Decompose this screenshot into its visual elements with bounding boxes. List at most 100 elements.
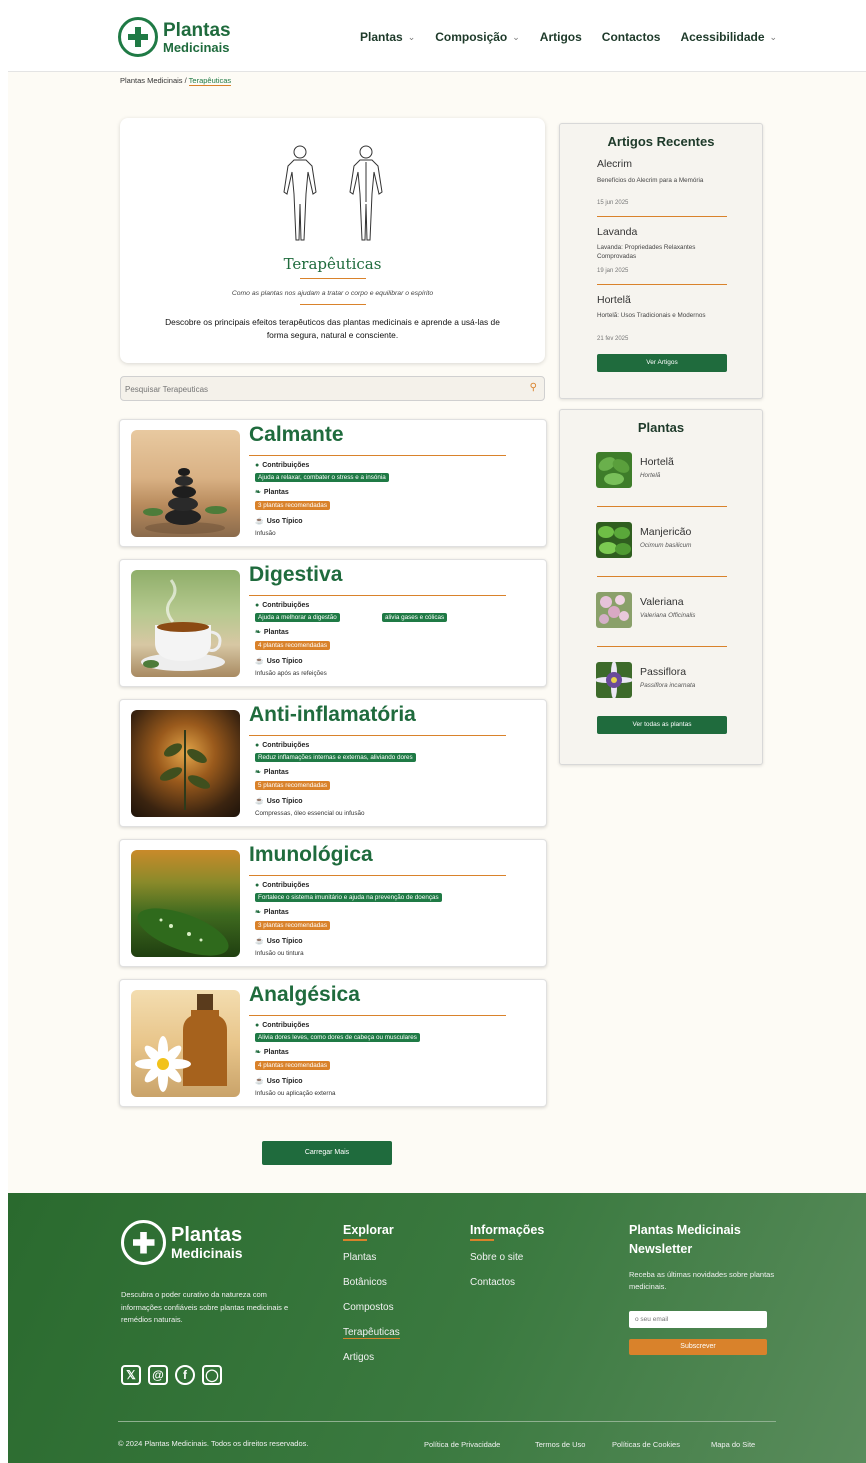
leaf-icon: ❧ <box>255 489 261 496</box>
contributions-label: ● Contribuições <box>255 742 310 749</box>
contribution-tag: Reduz inflamações internas e externas, a… <box>255 753 416 762</box>
plant-name[interactable]: Passiflora <box>640 666 686 678</box>
hero-description: Descobre os principais efeitos terapêuti… <box>165 317 500 340</box>
link-sitemap[interactable]: Mapa do Site <box>711 1440 755 1449</box>
leaf-icon: ❧ <box>255 769 261 776</box>
tea-cup-image <box>131 570 240 677</box>
facebook-icon[interactable]: f <box>175 1365 195 1385</box>
chevron-down-icon: ⌄ <box>769 31 778 42</box>
passionflower-image[interactable] <box>596 662 632 698</box>
title-divider <box>249 735 506 736</box>
plant-name[interactable]: Manjericão <box>640 526 691 538</box>
link-privacy[interactable]: Política de Privacidade <box>424 1440 500 1449</box>
plants-label: ❧ Plantas <box>255 1049 289 1056</box>
plants-label: ❧ Plantas <box>255 909 289 916</box>
basil-image[interactable] <box>596 522 632 558</box>
view-all-plants-button[interactable]: Ver todas as plantas <box>597 716 727 734</box>
dewy-leaf-image <box>131 850 240 957</box>
hero-title: Terapêuticas <box>283 255 382 273</box>
contributions-label: ● Contribuições <box>255 462 310 469</box>
footer-divider <box>118 1421 776 1422</box>
usage-label: ☕ Uso Típico <box>255 798 303 805</box>
mint-image[interactable] <box>596 452 632 488</box>
article-title[interactable]: Alecrim <box>597 158 632 170</box>
footer-link-contactos[interactable]: Contactos <box>470 1277 515 1288</box>
article-date: 15 jun 2025 <box>597 200 629 206</box>
link-terms[interactable]: Termos de Uso <box>535 1440 585 1449</box>
newsletter-email-input[interactable] <box>629 1311 767 1328</box>
therapy-card-analgesica[interactable]: Analgésica ● Contribuições Alivia dores l… <box>119 979 547 1107</box>
nav-composicao[interactable]: Composição ⌄ <box>435 30 520 44</box>
plant-divider <box>597 506 727 507</box>
recent-articles-title: Artigos Recentes <box>607 134 715 149</box>
hero-divider <box>300 278 366 279</box>
nav-artigos[interactable]: Artigos <box>540 30 582 44</box>
contribution-tag: Alivia dores leves, como dores de cabeça… <box>255 1033 420 1042</box>
article-title[interactable]: Hortelã <box>597 294 631 306</box>
therapy-card-calmante[interactable]: Calmante ● Contribuições Ajuda a relaxar,… <box>119 419 547 547</box>
article-desc: Benefícios do Alecrim para a Memória <box>597 177 704 184</box>
therapy-card-imunologica[interactable]: Imunológica ● Contribuições Fortalece o s… <box>119 839 547 967</box>
footer-link-plantas[interactable]: Plantas <box>343 1252 376 1263</box>
usage-label: ☕ Uso Típico <box>255 938 303 945</box>
therapy-title: Digestiva <box>249 563 343 586</box>
breadcrumb: Plantas Medicinais / Terapêuticas <box>120 76 232 86</box>
valerian-image[interactable] <box>596 592 632 628</box>
search-icon[interactable]: ⚲ <box>530 382 537 393</box>
site-logo[interactable]: Plantas Medicinais <box>118 17 231 57</box>
load-more-button[interactable]: Carregar Mais <box>262 1141 392 1165</box>
chevron-down-icon: ⌄ <box>407 31 416 42</box>
plants-count-tag: 3 plantas recomendadas <box>255 921 330 930</box>
link-cookies[interactable]: Políticas de Cookies <box>612 1440 680 1449</box>
leaf-icon: ● <box>255 602 260 609</box>
footer-link-sobre[interactable]: Sobre o site <box>470 1252 523 1263</box>
plants-count-tag: 5 plantas recomendadas <box>255 781 330 790</box>
leaf-icon: ❧ <box>255 909 261 916</box>
plant-scientific-name: Ocimum basilicum <box>640 542 692 549</box>
therapy-title: Analgésica <box>249 983 360 1006</box>
threads-icon[interactable]: @ <box>148 1365 168 1385</box>
therapy-title: Calmante <box>249 423 344 446</box>
newsletter-title: Plantas Medicinais Newsletter <box>629 1223 741 1256</box>
article-date: 21 fev 2025 <box>597 336 629 342</box>
cup-icon: ☕ <box>255 798 264 805</box>
footer-link-terapeuticas[interactable]: Terapêuticas <box>343 1327 400 1339</box>
plant-name[interactable]: Valeriana <box>640 596 684 608</box>
footer-logo-subtitle: Medicinais <box>171 1245 243 1261</box>
footer-info-heading: Informações <box>470 1223 544 1241</box>
nav-contactos[interactable]: Contactos <box>602 30 661 44</box>
article-title[interactable]: Lavanda <box>597 226 637 238</box>
therapy-card-anti-inflamatoria[interactable]: Anti-inflamatória ● Contribuições Reduz i… <box>119 699 547 827</box>
social-links: 𝕏 @ f ◯ <box>121 1365 229 1385</box>
footer-link-artigos[interactable]: Artigos <box>343 1352 374 1363</box>
cup-icon: ☕ <box>255 518 264 525</box>
plants-label: ❧ Plantas <box>255 769 289 776</box>
article-desc: Hortelã: Usos Tradicionais e Modernos <box>597 312 706 319</box>
cup-icon: ☕ <box>255 658 264 665</box>
footer-link-botanicos[interactable]: Botânicos <box>343 1277 387 1288</box>
therapy-card-digestiva[interactable]: Digestiva ● Contribuições Ajuda a melhora… <box>119 559 547 687</box>
instagram-icon[interactable]: ◯ <box>202 1365 222 1385</box>
nav-acessibilidade[interactable]: Acessibilidade ⌄ <box>680 30 777 44</box>
article-desc: Lavanda: Propriedades Relaxantes Comprov… <box>597 244 696 260</box>
main-nav: Plantas ⌄ Composição ⌄ Artigos Contactos A… <box>360 30 797 44</box>
footer-link-compostos[interactable]: Compostos <box>343 1302 394 1313</box>
x-icon[interactable]: 𝕏 <box>121 1365 141 1385</box>
nav-plantas[interactable]: Plantas ⌄ <box>360 30 415 44</box>
search-input[interactable] <box>125 381 515 397</box>
footer-logo[interactable]: Plantas Medicinais <box>121 1220 243 1265</box>
footer-about: Descubra o poder curativo da natureza co… <box>121 1290 289 1324</box>
plant-name[interactable]: Hortelã <box>640 456 674 468</box>
cup-icon: ☕ <box>255 1078 264 1085</box>
view-articles-button[interactable]: Ver Artigos <box>597 354 727 372</box>
usage-value: Infusão após as refeições <box>255 670 327 677</box>
plant-divider <box>597 576 727 577</box>
usage-value: Infusão ou tintura <box>255 950 304 957</box>
leaf-cross-icon <box>121 1220 166 1265</box>
breadcrumb-root[interactable]: Plantas Medicinais <box>120 76 183 85</box>
plant-scientific-name: Passiflora incarnata <box>640 682 696 689</box>
plants-count-tag: 4 plantas recomendadas <box>255 641 330 650</box>
hero-subtitle: Como as plantas nos ajudam a tratar o co… <box>231 290 434 297</box>
logo-title: Plantas <box>163 19 231 41</box>
subscribe-button[interactable]: Subscrever <box>629 1339 767 1355</box>
